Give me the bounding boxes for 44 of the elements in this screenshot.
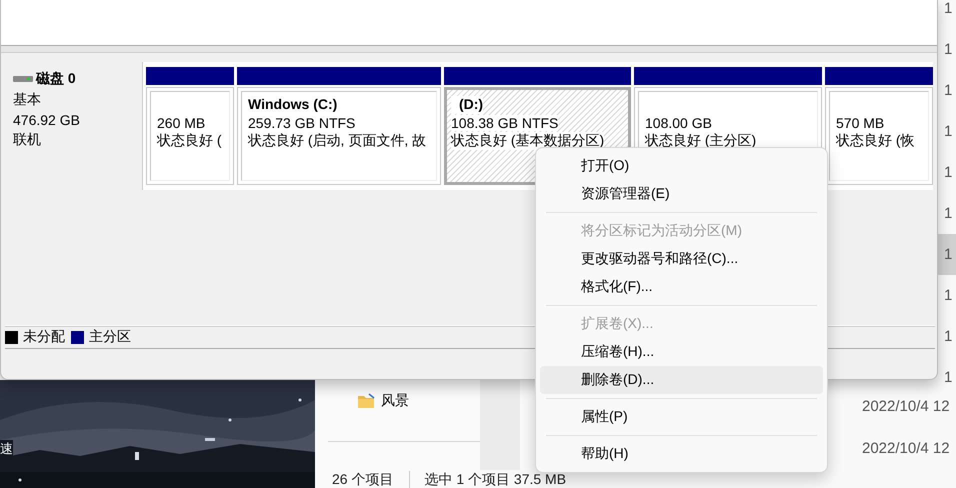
disk-type: 基本: [13, 91, 42, 109]
volume-label: (D:): [451, 96, 484, 114]
menu-item[interactable]: 格式化(F)...: [540, 273, 823, 301]
horizontal-scrollbar[interactable]: [1, 46, 937, 53]
menu-item[interactable]: 压缩卷(H)...: [540, 338, 823, 366]
volume-label: Windows (C:): [248, 96, 338, 114]
list-cell-text: 1: [943, 81, 954, 101]
list-cell-text: 1: [943, 122, 954, 142]
disk-name: 磁盘 0: [36, 70, 76, 88]
disk-size: 476.92 GB: [13, 112, 81, 128]
volume-size: 260 MB: [157, 115, 206, 131]
menu-item[interactable]: 帮助(H): [540, 440, 823, 468]
menu-item[interactable]: 属性(P): [540, 403, 823, 431]
volume-size: 108.38 GB NTFS: [451, 115, 558, 131]
date-cell: 2022/10/4 12: [862, 440, 950, 457]
date-cell: 2022/10/4 12: [862, 398, 950, 415]
legend-label: 主分区: [89, 328, 131, 346]
legend-label: 未分配: [23, 328, 65, 346]
list-cell-text: 1: [943, 163, 954, 183]
volume-status: 状态良好 (: [157, 132, 223, 150]
folder-icon: [357, 393, 375, 409]
menu-item[interactable]: 删除卷(D)...: [540, 366, 823, 394]
list-cell-text: 1: [943, 327, 954, 347]
list-cell-text: 1: [943, 286, 954, 306]
list-cell: 1: [936, 234, 956, 275]
partition-block[interactable]: 260 MB 状态良好 (: [146, 87, 234, 185]
volume-size: 259.73 GB NTFS: [248, 115, 356, 131]
item-count: 26 个项目: [332, 471, 394, 488]
menu-item[interactable]: 更改驱动器号和路径(C)...: [540, 245, 823, 273]
volume-size: 108.00 GB: [645, 115, 713, 131]
scrollbar-track[interactable]: [480, 380, 520, 470]
list-cell-text: 1: [943, 40, 954, 60]
volume-status: 状态良好 (恢: [836, 132, 916, 150]
list-cell-text: 1: [943, 368, 954, 388]
partition-block[interactable]: 570 MB 状态良好 (恢: [825, 87, 933, 185]
list-cell-text: 1: [943, 0, 954, 19]
folder-item[interactable]: 风景: [357, 392, 409, 410]
partition-block[interactable]: Windows (C:) 259.73 GB NTFS 状态良好 (启动, 页面文件, 故: [237, 87, 441, 185]
list-cell-text: 1: [943, 204, 954, 224]
disk-status: 联机: [13, 131, 42, 149]
volume-status: 状态良好 (启动, 页面文件, 故: [248, 132, 428, 150]
caption-text: 速: [0, 440, 13, 458]
disk-info-panel[interactable]: 磁盘 0 基本 476.92 GB 联机: [3, 62, 143, 190]
volume-size: 570 MB: [836, 115, 886, 131]
